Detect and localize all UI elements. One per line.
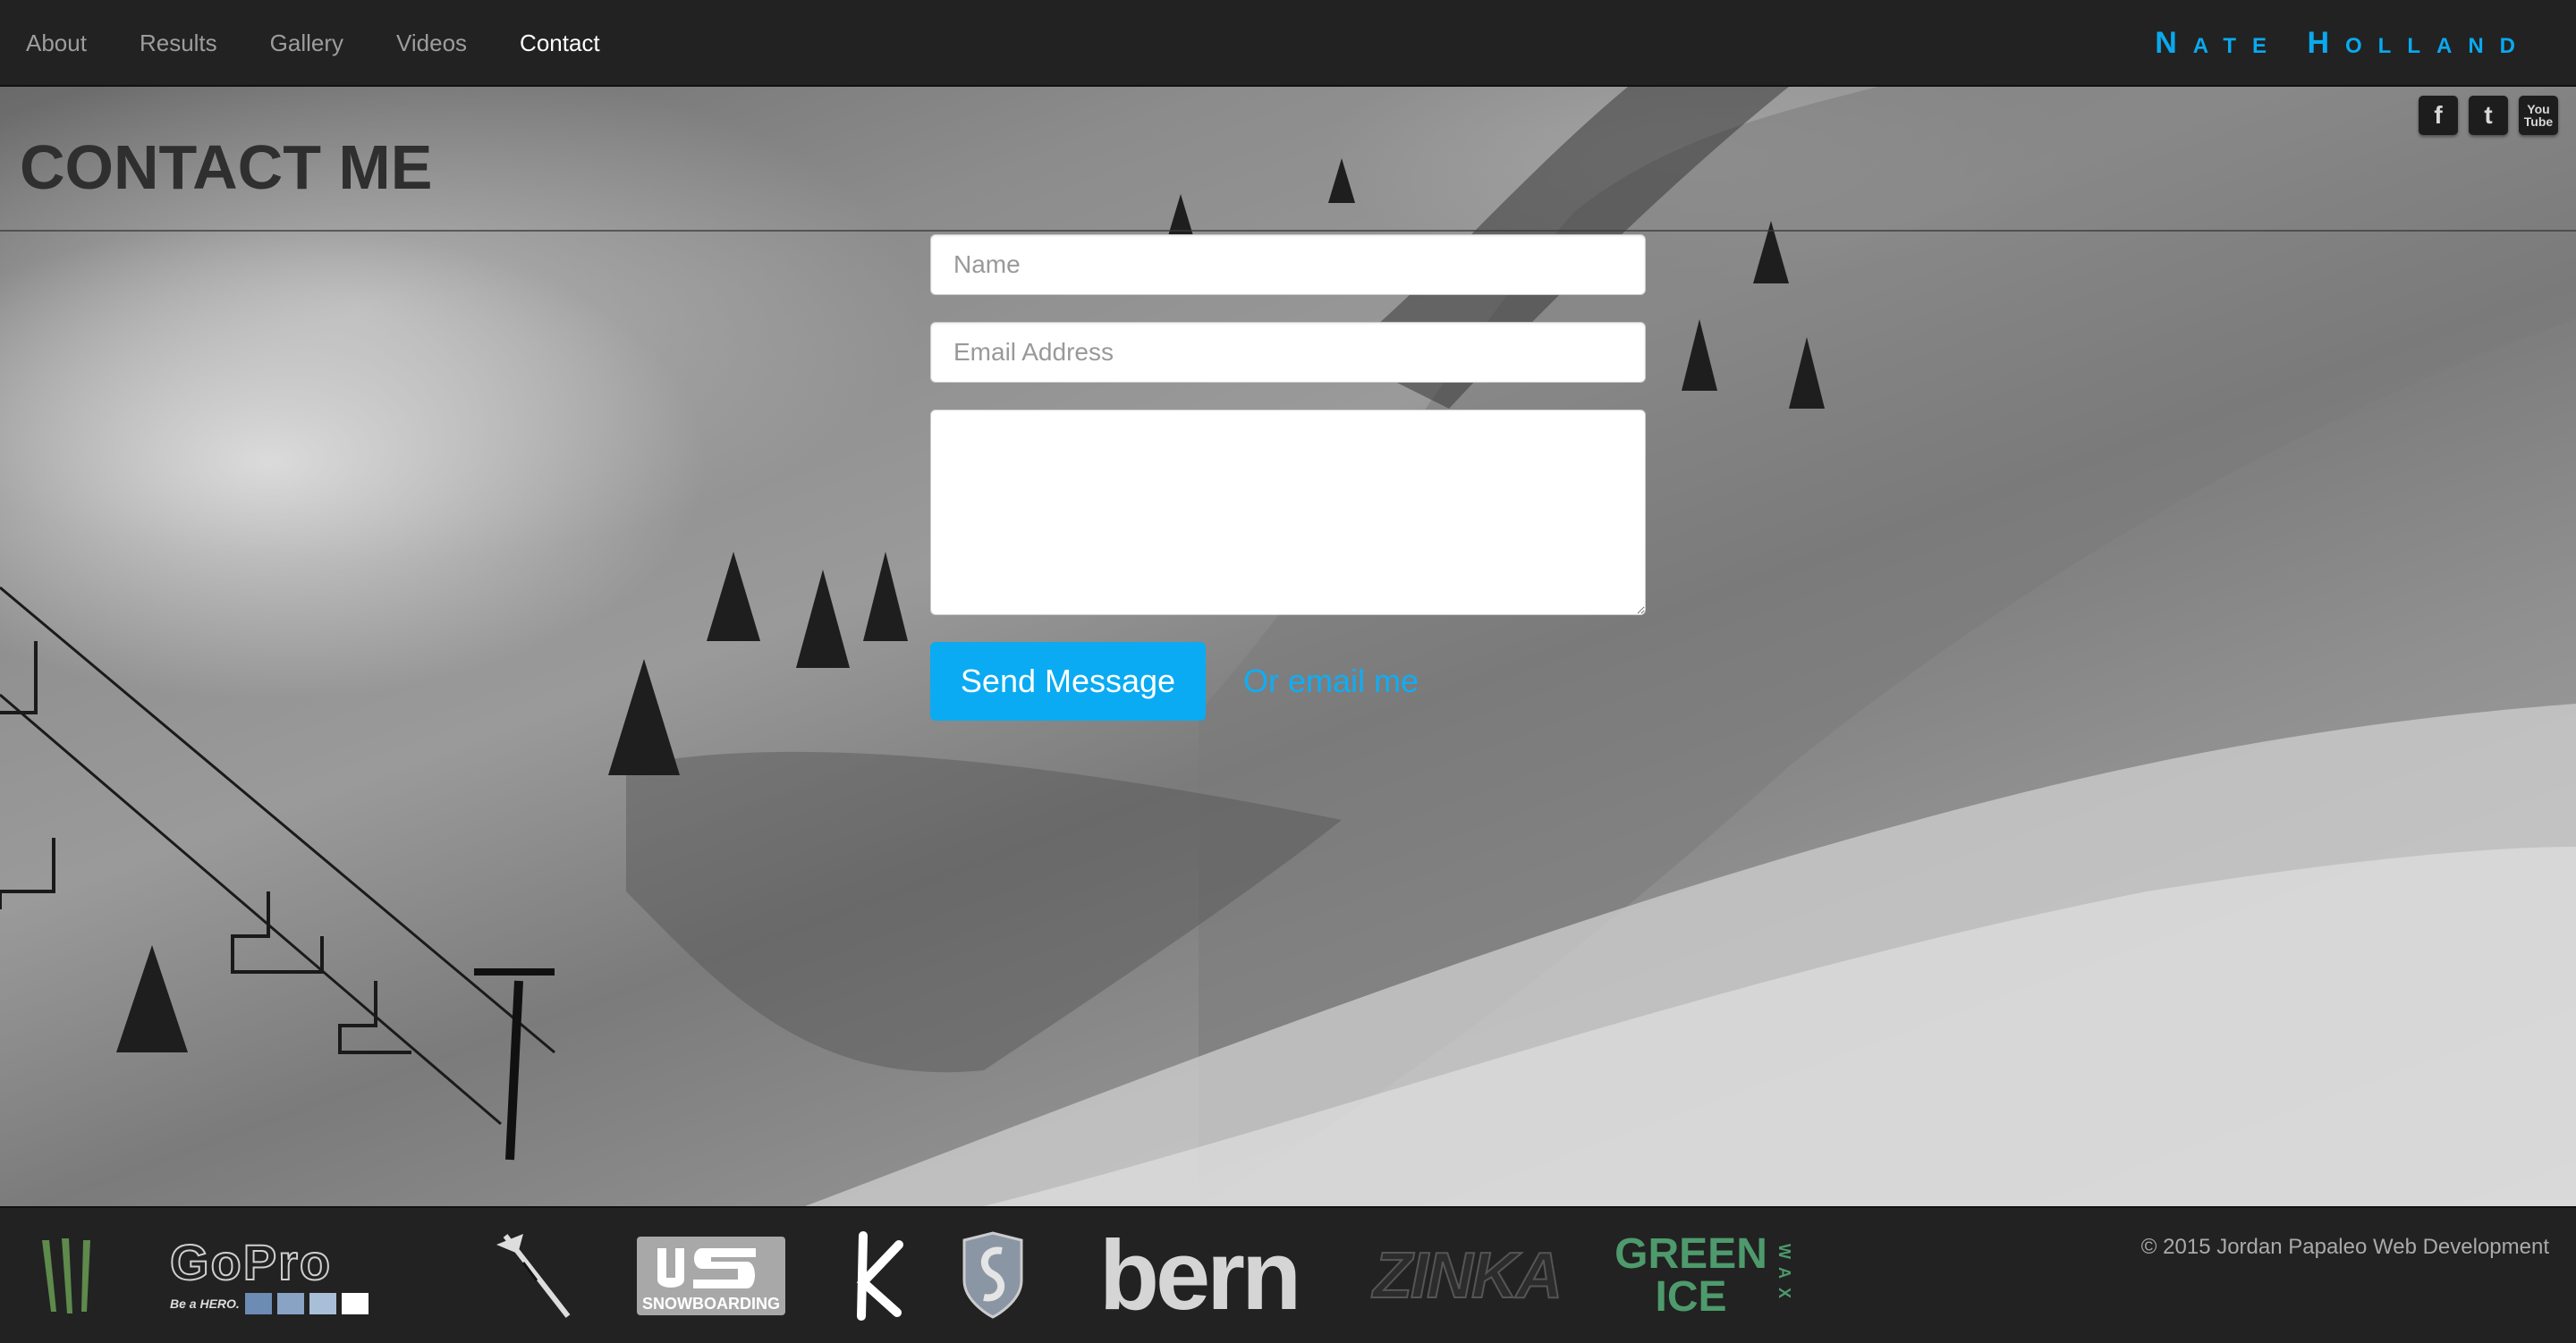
gopro-swatch-3 — [309, 1292, 336, 1314]
us-snowboarding-text: SNOWBOARDING — [642, 1294, 780, 1313]
message-textarea[interactable] — [930, 410, 1646, 615]
footer: GoPro Be a HERO. SNOWBOARDING bern ZINKA… — [0, 1206, 2576, 1341]
gopro-swatch-1 — [244, 1292, 272, 1314]
gopro-logo[interactable]: GoPro Be a HERO. — [169, 1208, 420, 1343]
title-divider — [0, 230, 2576, 232]
gopro-tagline-row: Be a HERO. — [170, 1292, 369, 1314]
nav-item-gallery[interactable]: Gallery — [270, 30, 343, 57]
green-ice-stack: GREEN ICE — [1614, 1229, 1767, 1321]
nav-item-videos[interactable]: Videos — [396, 30, 467, 57]
green-ice-line1: GREEN — [1614, 1229, 1767, 1278]
page-title: CONTACT ME — [20, 132, 433, 202]
gopro-swatch-2 — [276, 1292, 304, 1314]
bern-wordmark: bern — [1098, 1220, 1301, 1330]
bern-logo[interactable]: bern — [1078, 1208, 1319, 1343]
nav-links: About Results Gallery Videos Contact — [0, 0, 627, 87]
gopro-tagline: Be a HERO. — [170, 1296, 240, 1311]
nav-item-contact[interactable]: Contact — [520, 30, 600, 57]
copyright-text: © 2015 Jordan Papaleo Web Development — [2140, 1235, 2549, 1259]
k-brand-icon — [856, 1230, 903, 1321]
zinka-wordmark: ZINKA — [1372, 1239, 1563, 1313]
tomahawk-icon — [496, 1233, 571, 1318]
us-snowboarding-logo[interactable]: SNOWBOARDING — [635, 1208, 787, 1343]
monster-claw-icon — [42, 1237, 90, 1313]
monster-energy-logo[interactable] — [27, 1208, 107, 1343]
tomahawk-logo[interactable] — [483, 1208, 581, 1343]
nav-item-about[interactable]: About — [26, 30, 87, 57]
us-mark-icon — [657, 1247, 756, 1288]
zinka-logo[interactable]: ZINKA — [1368, 1208, 1565, 1343]
gopro-swatch-4 — [341, 1292, 369, 1314]
shield-s-logo[interactable] — [953, 1208, 1033, 1343]
green-ice-line2: ICE — [1655, 1272, 1727, 1321]
send-message-button[interactable]: Send Message — [930, 642, 1206, 721]
name-field[interactable] — [930, 234, 1646, 295]
email-field[interactable] — [930, 322, 1646, 383]
green-ice-wax-logo[interactable]: GREEN ICE WAX — [1614, 1208, 1793, 1343]
site-brand[interactable]: Nate Holland — [2155, 16, 2531, 70]
green-ice-wax-wordmark: GREEN ICE WAX — [1614, 1229, 1793, 1321]
gopro-wordmark: GoPro — [169, 1233, 333, 1290]
facebook-icon[interactable]: f — [2419, 96, 2458, 135]
us-snowboarding-badge: SNOWBOARDING — [637, 1236, 785, 1315]
email-me-link[interactable]: Or email me — [1243, 663, 1419, 700]
form-actions: Send Message Or email me — [930, 642, 1646, 721]
k-logo[interactable] — [832, 1208, 912, 1343]
twitter-icon[interactable]: t — [2469, 96, 2508, 135]
contact-form: Send Message Or email me — [930, 234, 1646, 721]
youtube-icon[interactable]: You Tube — [2519, 96, 2558, 135]
social-links: f t You Tube — [2419, 96, 2558, 135]
green-ice-wax-side: WAX — [1775, 1243, 1793, 1307]
top-navbar: About Results Gallery Videos Contact Nat… — [0, 0, 2576, 87]
shield-icon — [962, 1230, 1023, 1319]
nav-item-results[interactable]: Results — [140, 30, 217, 57]
